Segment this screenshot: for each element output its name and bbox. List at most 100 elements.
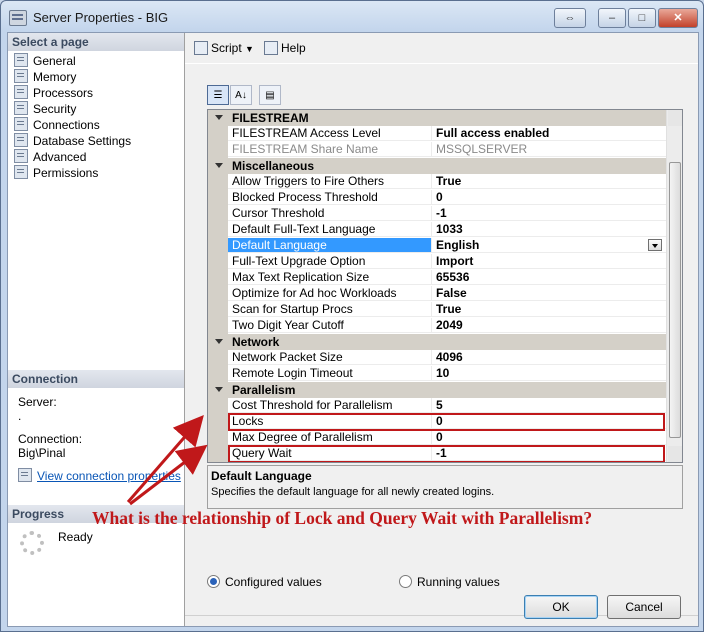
help-button[interactable]: Help <box>264 40 306 56</box>
row-margin <box>208 302 228 318</box>
grid-property-row[interactable]: Max Degree of Parallelism 0 <box>208 430 666 446</box>
grid-category-row[interactable]: FILESTREAM <box>208 110 666 126</box>
grid-property-row[interactable]: Locks 0 <box>208 414 666 430</box>
scroll-thumb[interactable] <box>669 162 681 438</box>
left-panel: Select a page General Memory Processors Sec… <box>8 33 185 626</box>
property-value[interactable]: English <box>432 238 666 253</box>
property-name: Scan for Startup Procs <box>228 302 432 317</box>
grid-property-row[interactable]: Scan for Startup Procs True <box>208 302 666 318</box>
grid-property-row[interactable]: Query Wait -1 <box>208 446 666 462</box>
page-item-database-settings[interactable]: Database Settings <box>14 133 131 149</box>
property-value[interactable]: Full access enabled <box>432 126 666 141</box>
page-icon <box>14 69 28 83</box>
page-item-memory[interactable]: Memory <box>14 69 76 85</box>
view-connection-link[interactable]: View connection properties <box>37 469 181 483</box>
property-value[interactable]: 65536 <box>432 270 666 285</box>
row-margin <box>208 174 228 190</box>
grid-property-row[interactable]: FILESTREAM Share Name MSSQLSERVER <box>208 142 666 158</box>
minimize-button[interactable]: – <box>598 8 626 28</box>
page-item-general[interactable]: General <box>14 53 76 69</box>
annotation-question: What is the relationship of Lock and Que… <box>92 508 593 528</box>
collapse-icon[interactable] <box>215 163 223 168</box>
property-value-text: 4096 <box>436 350 463 364</box>
grid-property-row[interactable]: Max Text Replication Size 65536 <box>208 270 666 286</box>
grid-property-row[interactable]: Remote Login Timeout 10 <box>208 366 666 382</box>
grid-property-row[interactable]: Two Digit Year Cutoff 2049 <box>208 318 666 334</box>
page-item-permissions[interactable]: Permissions <box>14 165 98 181</box>
view-connection-properties[interactable]: View connection properties <box>18 468 181 483</box>
page-icon <box>14 85 28 99</box>
grid-property-row[interactable]: Full-Text Upgrade Option Import <box>208 254 666 270</box>
property-value[interactable]: Import <box>432 254 666 269</box>
script-dropdown-icon[interactable]: ▼ <box>245 44 254 54</box>
restore-window-icon[interactable]: ⇔ <box>554 8 586 28</box>
property-name: Allow Triggers to Fire Others <box>228 174 432 189</box>
page-item-advanced[interactable]: Advanced <box>14 149 86 165</box>
row-margin <box>208 238 228 254</box>
property-value[interactable]: 0 <box>432 430 666 445</box>
property-grid[interactable]: FILESTREAM FILESTREAM Access Level Full ac… <box>207 109 683 463</box>
property-value[interactable]: False <box>432 286 666 301</box>
grid-property-row[interactable]: Optimize for Ad hoc Workloads False <box>208 286 666 302</box>
running-values-radio[interactable] <box>399 575 412 588</box>
scroll-down-icon[interactable] <box>668 446 682 462</box>
alphabetical-sort-icon[interactable]: A↓ <box>230 85 252 105</box>
grid-category-row[interactable]: Network <box>208 334 666 350</box>
property-value[interactable]: True <box>432 302 666 317</box>
page-item-processors[interactable]: Processors <box>14 85 93 101</box>
categorized-view-icon[interactable]: ☰ <box>207 85 229 105</box>
property-value[interactable]: MSSQLSERVER <box>432 142 666 157</box>
script-button[interactable]: Script ▼ <box>194 40 254 56</box>
row-margin <box>208 206 228 222</box>
property-value-text: True <box>436 302 462 316</box>
select-page-header: Select a page <box>8 33 184 51</box>
cancel-button[interactable]: Cancel <box>607 595 681 619</box>
property-value[interactable]: 1033 <box>432 222 666 237</box>
property-value[interactable]: 0 <box>432 190 666 205</box>
page-item-connections[interactable]: Connections <box>14 117 100 133</box>
scroll-up-icon[interactable] <box>668 110 682 126</box>
property-value[interactable]: 0 <box>432 414 666 429</box>
collapse-icon[interactable] <box>215 115 223 120</box>
grid-property-row[interactable]: Network Packet Size 4096 <box>208 350 666 366</box>
property-value[interactable]: -1 <box>432 446 666 461</box>
close-button[interactable]: ✕ <box>658 8 698 28</box>
property-value[interactable]: -1 <box>432 206 666 221</box>
property-value-text: -1 <box>436 446 447 460</box>
configured-values-radio[interactable] <box>207 575 220 588</box>
property-value[interactable]: 5 <box>432 398 666 413</box>
collapse-icon[interactable] <box>215 339 223 344</box>
grid-property-row[interactable]: Cursor Threshold -1 <box>208 206 666 222</box>
grid-property-row[interactable]: Default Language English <box>208 238 666 254</box>
row-margin <box>208 414 228 430</box>
property-pages-icon[interactable]: ▤ <box>259 85 281 105</box>
dropdown-arrow-icon[interactable] <box>648 239 662 251</box>
configured-values-option[interactable]: Configured values <box>207 574 322 590</box>
grid-sort-toolbar: ☰ A↓ ▤ <box>207 85 281 107</box>
grid-property-row[interactable]: Cost Threshold for Parallelism 5 <box>208 398 666 414</box>
grid-scrollbar[interactable] <box>666 110 682 462</box>
page-item-label: Advanced <box>33 150 87 164</box>
property-name: Optimize for Ad hoc Workloads <box>228 286 432 301</box>
property-value-text: 10 <box>436 366 450 380</box>
property-value[interactable]: True <box>432 174 666 189</box>
property-value[interactable]: 2049 <box>432 318 666 333</box>
ok-button[interactable]: OK <box>524 595 598 619</box>
collapse-icon[interactable] <box>215 387 223 392</box>
property-value[interactable]: 10 <box>432 366 666 381</box>
running-values-option[interactable]: Running values <box>399 574 500 590</box>
property-value-text: 5 <box>436 398 443 412</box>
running-values-label: Running values <box>417 575 500 589</box>
property-value[interactable]: 4096 <box>432 350 666 365</box>
grid-category-row[interactable]: Parallelism <box>208 382 666 398</box>
page-item-security[interactable]: Security <box>14 101 76 117</box>
toolbar: Script ▼ Help <box>185 33 698 63</box>
maximize-button[interactable]: □ <box>628 8 656 28</box>
grid-property-row[interactable]: FILESTREAM Access Level Full access enabl… <box>208 126 666 142</box>
grid-property-row[interactable]: Blocked Process Threshold 0 <box>208 190 666 206</box>
property-value-text: MSSQLSERVER <box>436 142 528 156</box>
grid-property-row[interactable]: Default Full-Text Language 1033 <box>208 222 666 238</box>
grid-property-row[interactable]: Allow Triggers to Fire Others True <box>208 174 666 190</box>
property-name: Max Degree of Parallelism <box>228 430 432 445</box>
grid-category-row[interactable]: Miscellaneous <box>208 158 666 174</box>
